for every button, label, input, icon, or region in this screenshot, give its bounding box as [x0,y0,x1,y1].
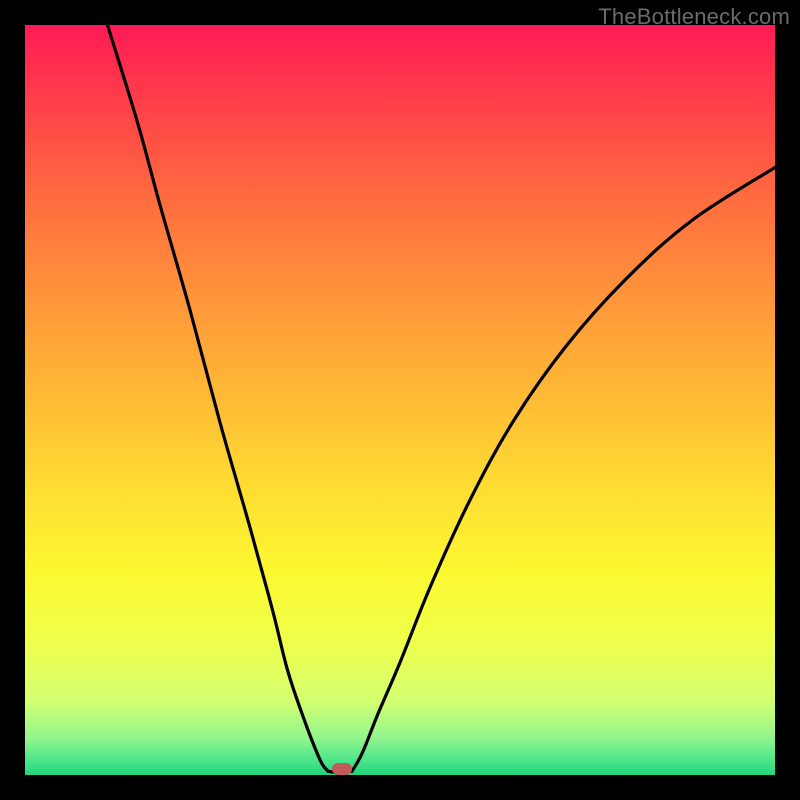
chart-frame: TheBottleneck.com [0,0,800,800]
plot-area [25,25,775,775]
bottleneck-curve [25,25,775,775]
curve-right-branch [352,168,775,772]
minimum-marker [332,763,352,775]
curve-left-branch [108,25,329,771]
